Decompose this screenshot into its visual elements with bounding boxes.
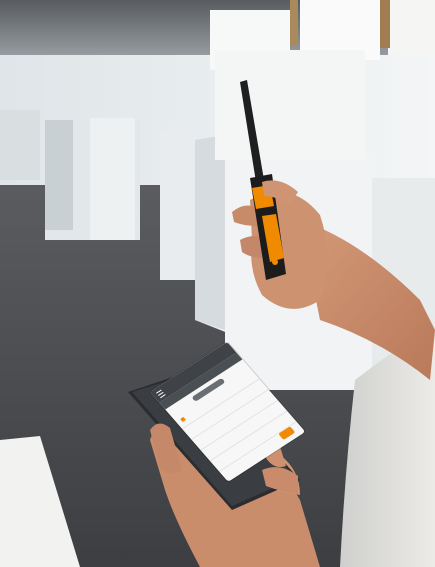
office-background <box>0 0 435 567</box>
menu-icon[interactable] <box>155 389 166 398</box>
probe-indicator-icon <box>179 416 186 422</box>
reading-label <box>186 415 190 420</box>
photo-scene <box>0 0 435 567</box>
